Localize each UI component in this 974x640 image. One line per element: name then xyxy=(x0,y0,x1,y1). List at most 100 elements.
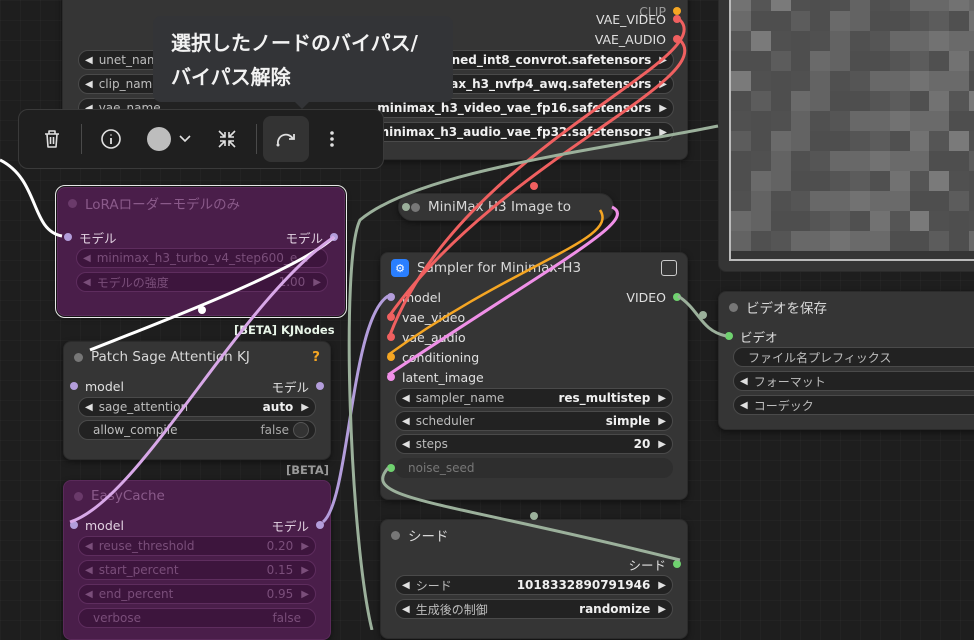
collapse-dot-icon[interactable] xyxy=(68,198,77,208)
image-pixel xyxy=(929,31,950,51)
delete-button[interactable] xyxy=(29,116,75,162)
image-pixel xyxy=(810,91,831,111)
scheduler-widget[interactable]: ◀ scheduler simple ▶ xyxy=(395,411,673,431)
arrow-left-icon[interactable]: ◀ xyxy=(740,400,748,411)
image-pixel xyxy=(731,0,751,11)
collapse-dot-icon[interactable] xyxy=(729,302,738,312)
arrow-left-icon[interactable]: ◀ xyxy=(402,416,410,427)
port-conditioning[interactable] xyxy=(387,353,395,361)
port-video-in[interactable] xyxy=(725,332,733,340)
port-model-in[interactable] xyxy=(64,233,72,241)
arrow-right-icon[interactable]: ▶ xyxy=(659,103,667,114)
bypass-button[interactable] xyxy=(263,116,309,162)
seed-value-widget[interactable]: ◀ シード 1018332890791946 ▶ xyxy=(395,575,673,595)
image-pixel xyxy=(810,71,831,91)
image-pixel xyxy=(869,111,890,131)
arrow-left-icon[interactable]: ◀ xyxy=(402,580,410,591)
arrow-left-icon[interactable]: ◀ xyxy=(85,79,93,90)
image-pixel xyxy=(850,51,870,71)
port-model-out[interactable] xyxy=(330,233,338,241)
arrow-right-icon[interactable]: ▶ xyxy=(659,127,667,138)
control-after-generate-widget[interactable]: ◀ 生成後の制御 randomize ▶ xyxy=(395,599,673,619)
expand-icon[interactable] xyxy=(661,260,677,276)
arrow-left-icon[interactable]: ◀ xyxy=(402,439,410,450)
filename-prefix-widget[interactable]: ファイル名プレフィックス xyxy=(733,347,974,367)
port-model[interactable] xyxy=(387,293,395,301)
fit-group-button[interactable] xyxy=(204,116,250,162)
lora-loader-node[interactable]: LoRAローダーモデルのみ モデル モデル ◀ minimax_h3_turbo_… xyxy=(55,185,347,318)
arrow-right-icon[interactable]: ▶ xyxy=(658,439,666,450)
node-canvas[interactable]: CLIP VAE_VIDEO VAE_AUDIO ◀ unet_nam pruned… xyxy=(0,0,974,640)
image-pixel xyxy=(850,131,870,151)
collapse-dot-icon[interactable] xyxy=(411,202,420,212)
seed-node[interactable]: シード シード ◀ シード 1018332890791946 ▶ ◀ 生成後の制御 ran… xyxy=(380,519,688,639)
arrow-right-icon[interactable]: ▶ xyxy=(659,55,667,66)
port-model-out[interactable] xyxy=(316,521,324,529)
verbose-toggle[interactable]: verbose false xyxy=(78,608,316,628)
image-pixel xyxy=(909,111,930,131)
image-pixel xyxy=(790,191,811,211)
port-seed-out[interactable] xyxy=(673,560,681,568)
port-video-out[interactable] xyxy=(673,293,681,301)
toggle-icon[interactable] xyxy=(293,422,309,438)
arrow-right-icon[interactable]: ▶ xyxy=(658,604,666,615)
reuse-threshold-widget[interactable]: ◀ reuse_threshold 0.20 ▶ xyxy=(78,536,316,556)
image-preview-node[interactable] xyxy=(718,0,974,272)
collapse-dot-icon[interactable] xyxy=(391,530,400,540)
image-pixel xyxy=(869,11,890,31)
info-button[interactable] xyxy=(88,116,134,162)
patch-sage-node[interactable]: Patch Sage Attention KJ? model モデル ◀ sage… xyxy=(63,341,331,460)
image-pixel xyxy=(949,191,970,211)
lora-name-widget[interactable]: ◀ minimax_h3_turbo_v4_step600_e... xyxy=(76,248,328,268)
port-vae-video[interactable] xyxy=(387,313,395,321)
collapse-dot-icon[interactable] xyxy=(74,491,83,501)
arrow-left-icon[interactable]: ◀ xyxy=(402,604,410,615)
sage-attention-widget[interactable]: ◀ sage_attention auto ▶ xyxy=(78,397,316,417)
codec-widget[interactable]: ◀ コーデック xyxy=(733,395,974,415)
arrow-right-icon[interactable]: ▶ xyxy=(658,416,666,427)
steps-widget[interactable]: ◀ steps 20 ▶ xyxy=(395,434,673,454)
help-icon[interactable]: ? xyxy=(312,349,320,365)
collapse-dot-icon[interactable] xyxy=(74,352,83,362)
port-vae-audio[interactable] xyxy=(387,333,395,341)
arrow-left-icon[interactable]: ◀ xyxy=(740,376,748,387)
save-video-node[interactable]: ビデオを保存 ビデオ ファイル名プレフィックス ◀ フォーマット ◀ コーデック xyxy=(718,291,974,430)
sampler-node[interactable]: ⚙ Sampler for Minimax-H3 model vae_video … xyxy=(380,252,688,500)
arrow-right-icon[interactable]: ▶ xyxy=(658,393,666,404)
image-to-video-node[interactable]: MiniMax H3 Image to xyxy=(398,193,614,221)
image-pixel xyxy=(770,11,791,31)
port-noise-seed[interactable] xyxy=(387,464,395,472)
image-pixel xyxy=(889,11,910,31)
image-pixel xyxy=(750,91,771,111)
image-pixel xyxy=(750,31,771,51)
allow-compile-toggle[interactable]: allow_compile false xyxy=(78,420,316,440)
port-model-in[interactable] xyxy=(70,521,78,529)
image-pixel xyxy=(790,171,811,191)
image-pixel xyxy=(790,231,811,251)
arrow-right-icon[interactable]: ▶ xyxy=(658,580,666,591)
format-widget[interactable]: ◀ フォーマット xyxy=(733,371,974,391)
chevron-down-icon xyxy=(179,135,191,143)
color-picker-button[interactable] xyxy=(134,116,204,162)
port-vae-video[interactable] xyxy=(673,15,681,23)
sampler-name-widget[interactable]: ◀ sampler_name res_multistep ▶ xyxy=(395,388,673,408)
arrow-left-icon[interactable]: ◀ xyxy=(85,55,93,66)
start-percent-widget[interactable]: ◀ start_percent 0.15 ▶ xyxy=(78,560,316,580)
arrow-left-icon[interactable]: ◀ xyxy=(402,393,410,404)
end-percent-widget[interactable]: ◀ end_percent 0.95 ▶ xyxy=(78,584,316,604)
port-vae-audio[interactable] xyxy=(673,35,681,43)
port-model-in[interactable] xyxy=(70,382,78,390)
more-options-button[interactable] xyxy=(309,116,355,162)
noise-seed-widget[interactable]: noise_seed xyxy=(395,458,673,478)
easycache-node[interactable]: EasyCache model モデル ◀ reuse_threshold 0.20… xyxy=(63,480,331,640)
pixelated-image xyxy=(729,0,974,261)
arrow-right-icon[interactable]: ▶ xyxy=(301,402,309,413)
image-pixel xyxy=(770,151,791,171)
image-pixel xyxy=(850,111,870,131)
port-model-out[interactable] xyxy=(316,382,324,390)
strength-widget[interactable]: ◀ モデルの強度 1.00 ▶ xyxy=(76,272,328,292)
image-pixel xyxy=(810,131,831,151)
port-latent-image[interactable] xyxy=(387,373,395,381)
arrow-left-icon[interactable]: ◀ xyxy=(85,402,93,413)
arrow-right-icon[interactable]: ▶ xyxy=(659,79,667,90)
